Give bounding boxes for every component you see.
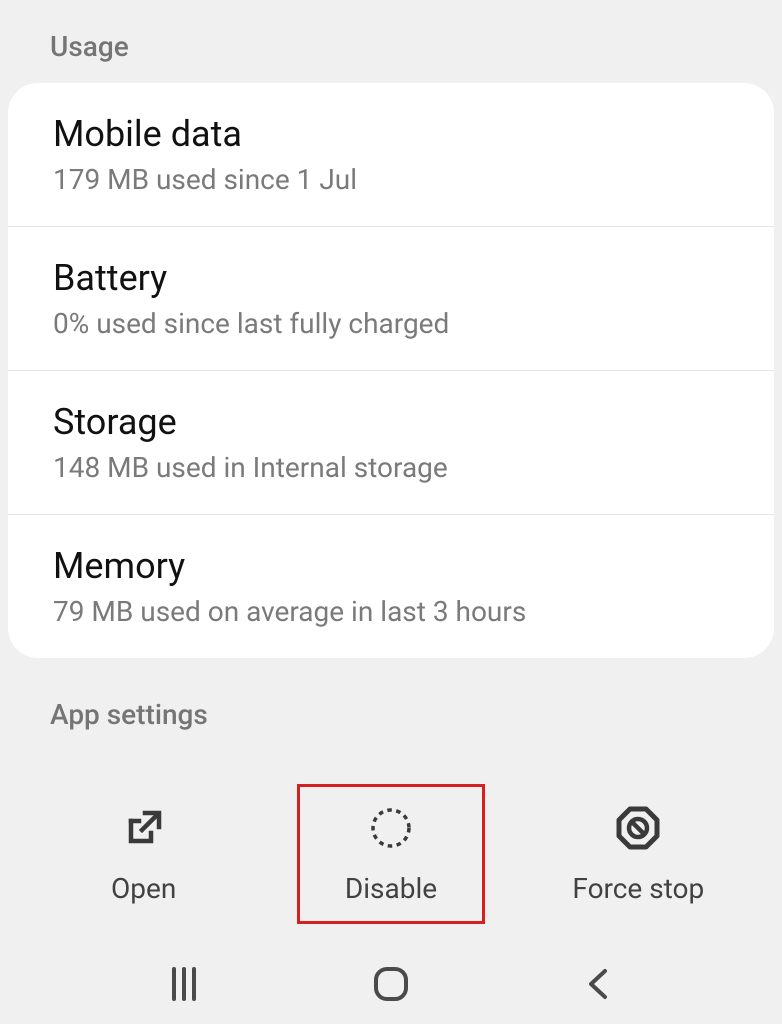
home-button[interactable] — [361, 954, 421, 1014]
battery-item[interactable]: Battery 0% used since last fully charged — [8, 227, 774, 371]
mobile-data-title: Mobile data — [53, 113, 729, 155]
memory-item[interactable]: Memory 79 MB used on average in last 3 h… — [8, 515, 774, 658]
memory-title: Memory — [53, 545, 729, 587]
disable-icon — [369, 804, 413, 852]
storage-subtitle: 148 MB used in Internal storage — [53, 451, 729, 484]
storage-title: Storage — [53, 401, 729, 443]
force-stop-button[interactable]: Force stop — [544, 784, 732, 924]
navigation-bar — [0, 944, 782, 1024]
app-settings-section-header: App settings — [0, 658, 782, 741]
open-icon — [123, 804, 165, 852]
mobile-data-item[interactable]: Mobile data 179 MB used since 1 Jul — [8, 83, 774, 227]
force-stop-icon — [615, 804, 661, 852]
memory-subtitle: 79 MB used on average in last 3 hours — [53, 595, 729, 628]
back-icon — [579, 965, 617, 1003]
battery-title: Battery — [53, 257, 729, 299]
mobile-data-subtitle: 179 MB used since 1 Jul — [53, 163, 729, 196]
disable-button[interactable]: Disable — [297, 784, 485, 924]
open-label: Open — [111, 872, 176, 905]
battery-subtitle: 0% used since last fully charged — [53, 307, 729, 340]
usage-section-header: Usage — [0, 0, 782, 83]
usage-card: Mobile data 179 MB used since 1 Jul Batt… — [8, 83, 774, 658]
force-stop-label: Force stop — [572, 872, 704, 905]
storage-item[interactable]: Storage 148 MB used in Internal storage — [8, 371, 774, 515]
disable-label: Disable — [345, 872, 437, 905]
recent-apps-icon — [165, 965, 203, 1003]
home-icon — [370, 963, 412, 1005]
action-bar: Open Disable Force stop — [0, 784, 782, 924]
recent-apps-button[interactable] — [154, 954, 214, 1014]
open-button[interactable]: Open — [50, 784, 238, 924]
back-button[interactable] — [568, 954, 628, 1014]
